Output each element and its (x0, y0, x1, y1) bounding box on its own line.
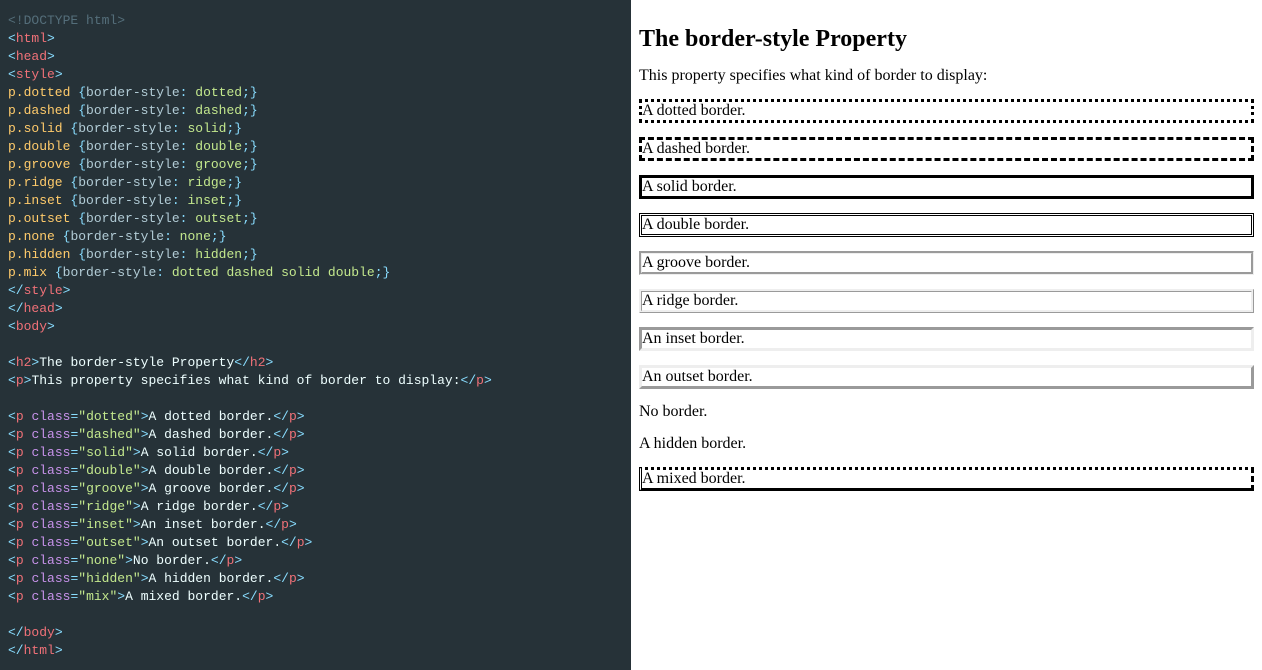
preview-border-list: A dotted border. A dashed border. A solid … (639, 99, 1254, 491)
code-editor-pane[interactable]: <!DOCTYPE html> <html> <head> <style> p.… (0, 0, 631, 670)
preview-heading: The border-style Property (639, 26, 1254, 53)
preview-pane: The border-style Property This property … (631, 0, 1262, 670)
preview-border-item: A groove border. (639, 251, 1254, 275)
preview-border-item: A ridge border. (639, 289, 1254, 313)
preview-border-item: A dashed border. (639, 137, 1254, 161)
preview-border-item: A dotted border. (639, 99, 1254, 123)
preview-border-item: An outset border. (639, 365, 1254, 389)
preview-border-item: A double border. (639, 213, 1254, 237)
preview-border-item: A mixed border. (639, 467, 1254, 491)
preview-border-item: An inset border. (639, 327, 1254, 351)
preview-border-item: A solid border. (639, 175, 1254, 199)
preview-intro: This property specifies what kind of bor… (639, 67, 1254, 85)
preview-border-item: No border. (639, 403, 1254, 421)
preview-border-item: A hidden border. (639, 435, 1254, 453)
